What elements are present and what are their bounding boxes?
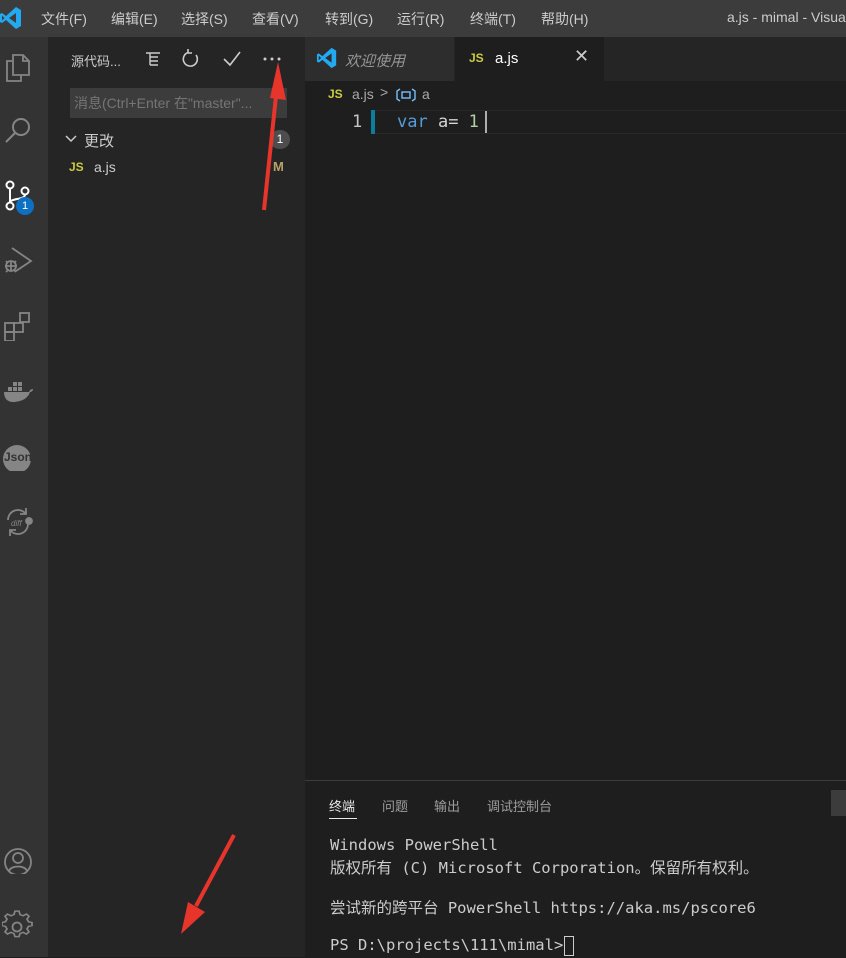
commit-check-icon[interactable] [221,48,243,70]
code-number: 1 [468,112,479,132]
menu-run[interactable]: 运行(R) [397,9,444,29]
git-modified-gutter [371,110,375,134]
refresh-icon[interactable] [180,48,202,70]
panel-tab-debug-console[interactable]: 调试控制台 [487,796,552,815]
terminal-line: 尝试新的跨平台 PowerShell https://aka.ms/pscore… [330,899,756,917]
search-icon[interactable] [0,112,36,148]
explorer-icon[interactable] [0,49,36,85]
vscode-logo-icon [0,6,22,30]
changes-count-badge: 1 [270,130,290,149]
active-tab-indicator [329,818,357,819]
panel-tab-problems[interactable]: 问题 [382,796,408,815]
window-title: a.js - mimal - Visua [727,9,846,25]
extensions-icon[interactable] [0,307,36,343]
text-cursor [485,111,487,133]
tab-welcome-label: 欢迎使用 [345,53,406,70]
title-bar: 文件(F) 编辑(E) 选择(S) 查看(V) 转到(G) 运行(R) 终端(T… [0,0,846,37]
variable-symbol-icon [396,88,416,102]
menu-help[interactable]: 帮助(H) [541,9,588,29]
panel-tab-output[interactable]: 输出 [434,796,460,815]
menu-edit[interactable]: 编辑(E) [111,9,158,29]
menu-file[interactable]: 文件(F) [41,9,87,29]
menu-go[interactable]: 转到(G) [325,9,373,29]
file-status-modified: M [273,159,284,174]
commit-message-input[interactable] [70,88,287,118]
breadcrumb-symbol[interactable]: a [422,86,430,102]
terminal-line: Windows PowerShell [330,836,498,854]
code-keyword: var [397,112,428,132]
view-as-tree-icon[interactable] [142,48,164,70]
source-control-icon[interactable]: 1 [0,177,36,215]
changed-file-name: a.js [94,159,116,175]
scm-title: 源代码... [71,54,121,69]
settings-gear-icon[interactable] [0,905,36,941]
json-icon[interactable]: Json [0,437,36,473]
tab-a-js-label: a.js [495,50,519,67]
vscode-tab-icon [316,47,337,69]
code-text: a= [427,112,469,132]
scm-count-badge: 1 [16,197,34,215]
account-icon[interactable] [0,840,36,876]
changes-label: 更改 [84,133,115,150]
menu-view[interactable]: 查看(V) [252,9,299,29]
tab-close-icon[interactable]: ✕ [574,46,589,67]
svg-text:diff: diff [11,519,22,528]
breadcrumb-js-icon: JS [328,87,343,101]
git-diff-icon[interactable]: diff [0,502,36,538]
terminal-line: 版权所有 (C) Microsoft Corporation。保留所有权利。 [330,859,759,877]
panel-tab-terminal[interactable]: 终端 [329,796,355,815]
terminal-select-dropdown[interactable] [831,790,846,816]
docker-icon[interactable] [0,372,36,408]
chevron-down-icon [65,135,77,143]
menu-terminal[interactable]: 终端(T) [470,9,516,29]
terminal-prompt[interactable]: PS D:\projects\111\mimal> [330,936,573,954]
js-file-icon: JS [69,160,84,174]
terminal-cursor [564,936,574,956]
code-line[interactable]: var a= 1 [397,112,479,132]
js-tab-icon: JS [469,51,484,65]
run-debug-icon[interactable] [0,242,36,278]
breadcrumb-separator: > [380,84,389,100]
menu-selection[interactable]: 选择(S) [181,9,228,29]
changed-file-row[interactable] [48,157,305,179]
more-actions-icon[interactable] [261,48,283,70]
activity-bar: 1 Json diff [0,37,48,957]
line-number: 1 [352,112,363,132]
breadcrumb-file[interactable]: a.js [352,86,374,102]
json-icon-label: Json [4,450,33,464]
